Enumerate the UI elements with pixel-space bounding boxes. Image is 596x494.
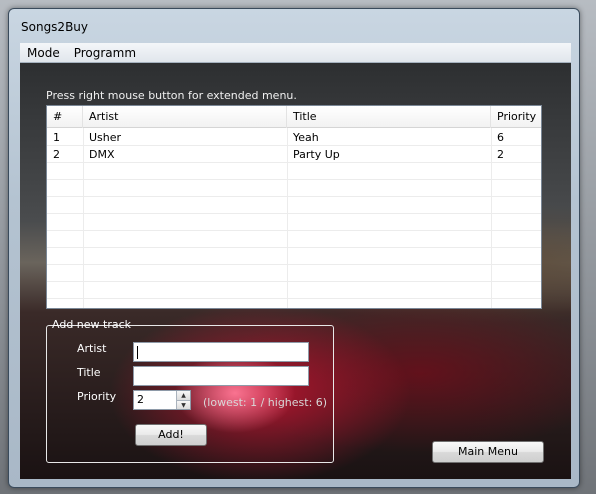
add-button[interactable]: Add! xyxy=(135,424,207,446)
add-track-group: Add new track Artist Title Priority 2 ▲ … xyxy=(46,318,334,463)
empty-row xyxy=(47,163,541,180)
context-menu-hint: Press right mouse button for extended me… xyxy=(46,89,297,102)
empty-row xyxy=(47,231,541,248)
cell-title: Yeah xyxy=(293,131,319,144)
priority-range-note: (lowest: 1 / highest: 6) xyxy=(203,396,328,409)
empty-row xyxy=(47,180,541,197)
cell-artist: Usher xyxy=(89,131,122,144)
cell-number: 2 xyxy=(53,148,60,161)
client-area: Press right mouse button for extended me… xyxy=(20,63,571,479)
priority-stepper[interactable]: 2 ▲ ▼ xyxy=(133,390,191,410)
column-header-priority[interactable]: Priority xyxy=(491,106,541,128)
empty-row xyxy=(47,197,541,214)
menu-bar: Mode Programm xyxy=(20,43,571,63)
menu-mode[interactable]: Mode xyxy=(20,43,67,63)
text-caret xyxy=(137,345,138,359)
title-bar[interactable]: Songs2Buy xyxy=(9,9,579,41)
cell-artist: DMX xyxy=(89,148,115,161)
table-row[interactable]: 2 DMX Party Up 2 xyxy=(47,146,541,163)
cell-priority: 2 xyxy=(497,148,504,161)
app-window: Songs2Buy Mode Programm Press right mous… xyxy=(8,8,580,488)
priority-value: 2 xyxy=(137,393,144,406)
title-input[interactable] xyxy=(133,366,309,386)
menu-programm[interactable]: Programm xyxy=(67,43,143,63)
tracks-table[interactable]: # Artist Title Priority 1 Usher Yeah 6 2… xyxy=(46,105,542,309)
empty-row xyxy=(47,248,541,265)
cell-number: 1 xyxy=(53,131,60,144)
empty-row xyxy=(47,282,541,299)
empty-row xyxy=(47,214,541,231)
column-header-artist[interactable]: Artist xyxy=(83,106,287,128)
cell-title: Party Up xyxy=(293,148,340,161)
artist-label: Artist xyxy=(77,342,107,355)
table-header: # Artist Title Priority xyxy=(47,106,541,128)
table-row[interactable]: 1 Usher Yeah 6 xyxy=(47,129,541,146)
column-header-number[interactable]: # xyxy=(47,106,83,128)
group-title: Add new track xyxy=(52,318,132,331)
empty-row xyxy=(47,265,541,282)
spin-up-icon[interactable]: ▲ xyxy=(176,391,190,400)
spin-down-icon[interactable]: ▼ xyxy=(176,400,190,409)
cell-priority: 6 xyxy=(497,131,504,144)
window-title: Songs2Buy xyxy=(21,20,89,34)
title-label: Title xyxy=(77,366,101,379)
column-header-title[interactable]: Title xyxy=(287,106,491,128)
artist-input[interactable] xyxy=(133,342,309,362)
main-menu-button[interactable]: Main Menu xyxy=(432,441,544,463)
priority-label: Priority xyxy=(77,390,117,403)
